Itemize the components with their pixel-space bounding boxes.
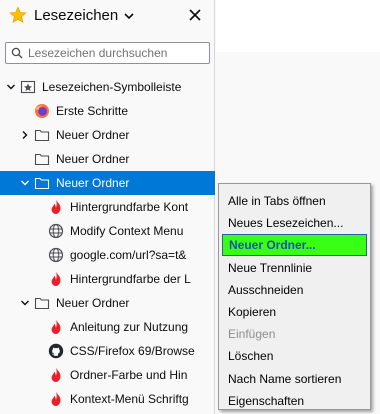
open-all-in-tabs-item[interactable]: Alle in Tabs öffnen <box>219 190 370 212</box>
flame-icon <box>48 319 64 335</box>
bookmark-row[interactable]: Erste Schritte <box>0 99 215 123</box>
twisty-collapsed-icon[interactable] <box>20 129 30 141</box>
paste-item[interactable]: Einfügen <box>219 323 370 345</box>
toolbar-icon <box>20 79 36 95</box>
bookmark-label: Kontext-Menü Schriftg <box>70 392 189 406</box>
flame-icon <box>48 391 64 407</box>
flame-icon <box>48 199 64 215</box>
bookmark-row[interactable]: google.com/url?sa=t& <box>0 243 215 267</box>
delete-item[interactable]: Löschen <box>219 345 370 367</box>
flame-icon <box>48 367 64 383</box>
bookmark-label: Neuer Ordner <box>56 176 130 190</box>
bookmark-folder-row[interactable]: Neuer Ordner <box>0 171 215 195</box>
github-icon <box>48 343 64 359</box>
bookmark-label: Neuer Ordner <box>56 128 130 142</box>
context-menu: Alle in Tabs öffnen Neues Lesezeichen... N… <box>218 183 371 410</box>
globe-icon <box>48 223 64 239</box>
content-header-area <box>216 0 380 52</box>
bookmark-folder-row[interactable]: Lesezeichen-Symbolleiste <box>0 75 215 99</box>
bookmark-label: Neuer Ordner <box>56 296 130 310</box>
sort-by-name-item[interactable]: Nach Name sortieren <box>219 368 370 390</box>
folder-icon <box>34 175 50 191</box>
twisty-expanded-icon[interactable] <box>20 297 30 309</box>
globe-icon <box>48 247 64 263</box>
bookmark-row[interactable]: Hintergrundfarbe der L <box>0 267 215 291</box>
bookmark-folder-row[interactable]: Neuer Ordner <box>0 291 215 315</box>
twisty-expanded-icon[interactable] <box>6 81 16 93</box>
star-icon <box>9 6 27 24</box>
copy-item[interactable]: Kopieren <box>219 301 370 323</box>
bookmark-label: Neuer Ordner <box>56 152 130 166</box>
bookmark-row[interactable]: Modify Context Menu <box>0 219 215 243</box>
search-input[interactable]: Lesezeichen durchsuchen <box>5 42 210 64</box>
properties-item[interactable]: Eigenschaften <box>219 390 370 412</box>
twisty-expanded-icon[interactable] <box>20 177 30 189</box>
bookmark-label: Anleitung zur Nutzung <box>70 320 189 334</box>
bookmark-label: Erste Schritte <box>56 104 129 118</box>
new-separator-item[interactable]: Neue Trennlinie <box>219 257 370 279</box>
bookmark-label: Ordner-Farbe und Hin <box>70 368 188 382</box>
sidebar-title[interactable]: Lesezeichen <box>34 7 118 24</box>
sidebar-header: Lesezeichen <box>0 0 215 32</box>
bookmark-row[interactable]: Kontext-Menü Schriftg <box>0 387 215 411</box>
cut-item[interactable]: Ausschneiden <box>219 279 370 301</box>
flame-icon <box>48 271 64 287</box>
folder-icon <box>34 151 50 167</box>
new-bookmark-item[interactable]: Neues Lesezeichen... <box>219 212 370 234</box>
folder-icon <box>34 127 50 143</box>
bookmark-label: Hintergrundfarbe der L <box>70 272 191 286</box>
bookmark-label: Modify Context Menu <box>70 224 184 238</box>
close-icon[interactable] <box>188 8 202 22</box>
bookmark-row[interactable]: Anleitung zur Nutzung <box>0 315 215 339</box>
chevron-down-icon[interactable] <box>124 12 134 20</box>
bookmark-folder-row[interactable]: Neuer Ordner <box>0 147 215 171</box>
search-placeholder: Lesezeichen durchsuchen <box>28 46 168 60</box>
bookmark-row[interactable]: CSS/Firefox 69/Browse <box>0 339 215 363</box>
bookmark-row[interactable]: Hintergrundfarbe Kont <box>0 195 215 219</box>
bookmark-label: google.com/url?sa=t& <box>70 248 187 262</box>
bookmark-label: CSS/Firefox 69/Browse <box>70 344 195 358</box>
bookmark-row[interactable]: Ordner-Farbe und Hin <box>0 363 215 387</box>
bookmarks-sidebar: Lesezeichen Lesezeichen durchsuchen Lese… <box>0 0 215 414</box>
bookmark-label: Lesezeichen-Symbolleiste <box>42 80 182 94</box>
firefox-icon <box>34 103 50 119</box>
new-folder-item[interactable]: Neuer Ordner... <box>222 234 367 257</box>
bookmark-folder-row[interactable]: Neuer Ordner <box>0 123 215 147</box>
search-icon <box>11 47 23 59</box>
folder-icon <box>34 295 50 311</box>
bookmark-label: Hintergrundfarbe Kont <box>70 200 189 214</box>
